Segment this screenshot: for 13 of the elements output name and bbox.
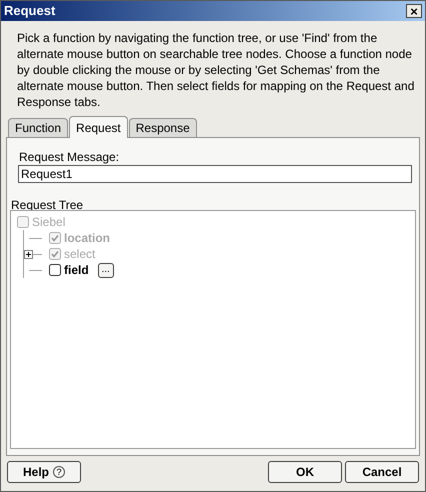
tab[interactable]: Request [69, 116, 128, 138]
tab[interactable]: Function [8, 118, 68, 137]
tab[interactable]: Response [128, 118, 197, 137]
tree-label: Request Tree [10, 197, 84, 210]
request-message-input[interactable]: Request1 [18, 165, 412, 183]
cancel-button[interactable]: Cancel [345, 461, 419, 483]
window-title: Request [4, 2, 56, 20]
close-button[interactable]: × [406, 4, 422, 18]
field-label: Request Message: [18, 149, 120, 164]
help-button[interactable]: Help ? [7, 461, 81, 483]
ok-button[interactable]: OK [268, 461, 342, 483]
help-icon: ? [53, 466, 65, 478]
instructions-text: Pick a function by navigating the function tree, or use 'Find' from the alternate mouse button on searchable tree nodes. Choose a function node by double clicking the mouse or by selecting 'Get Schemas' from the alternate mouse button. Then select fields for mapping on the Request and Response tabs. [16, 30, 416, 112]
